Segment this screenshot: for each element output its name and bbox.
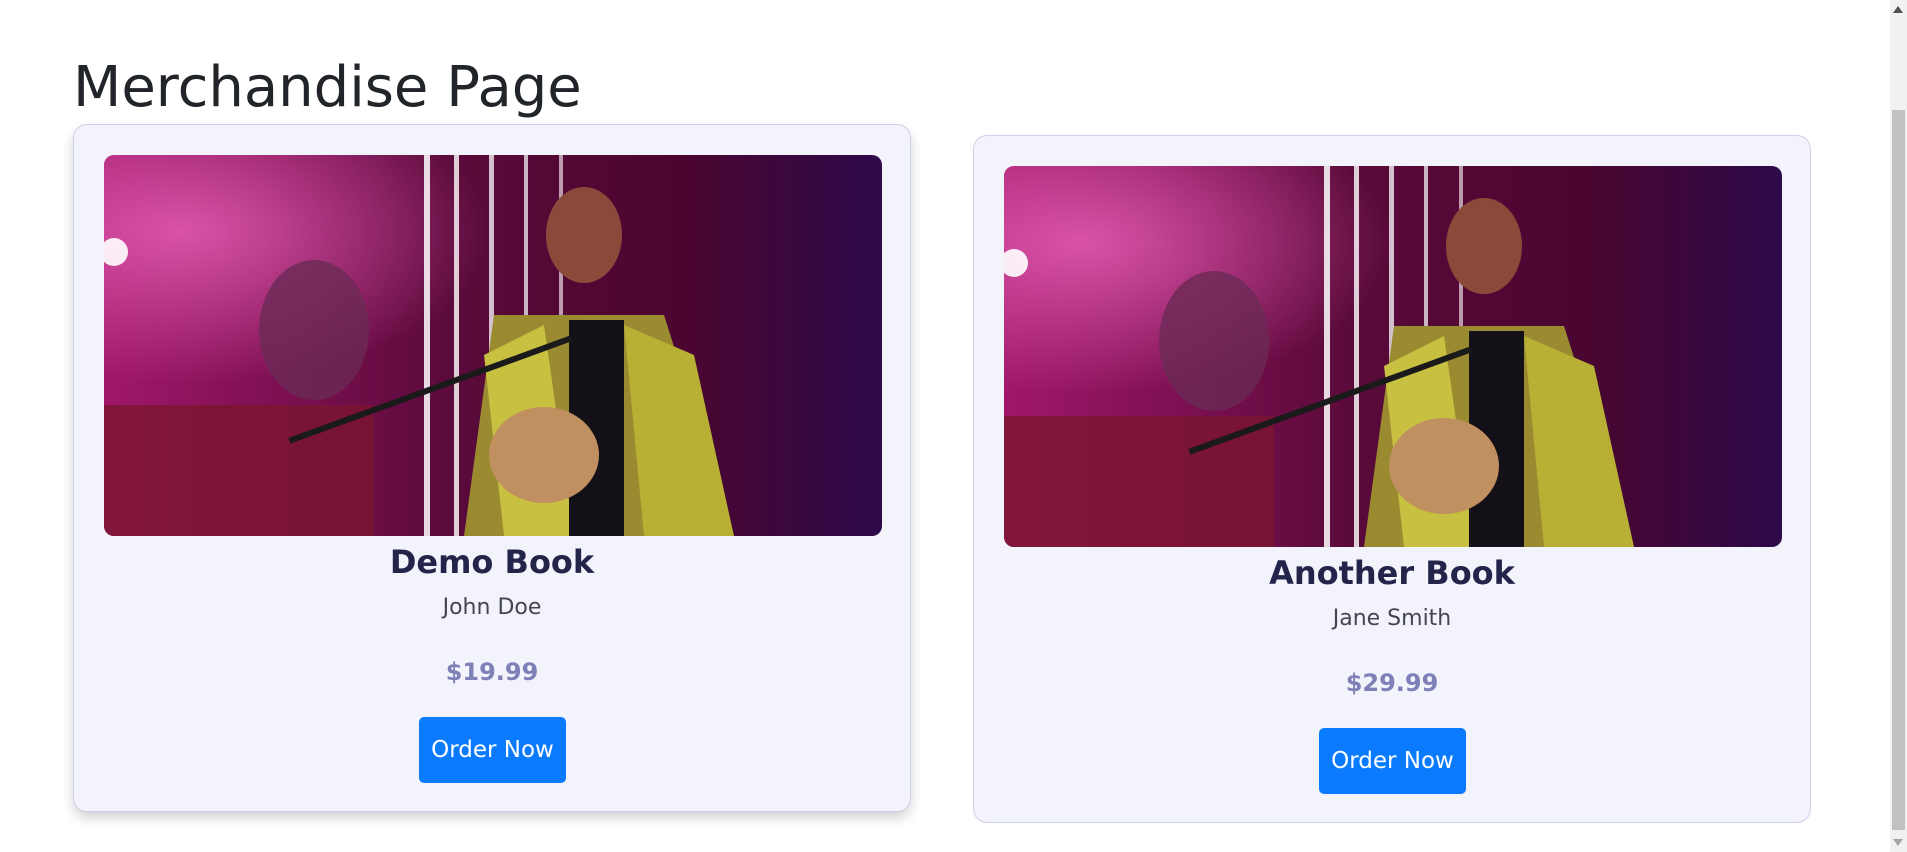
scroll-down-icon[interactable] <box>1893 839 1903 846</box>
scroll-thumb[interactable] <box>1892 110 1905 830</box>
product-title: Another Book <box>1269 554 1515 592</box>
product-price: $19.99 <box>445 658 539 686</box>
vertical-scrollbar[interactable] <box>1890 0 1907 852</box>
merchandise-page: Merchandise Page Demo Book John Doe $19.… <box>0 0 1907 852</box>
product-card: Demo Book John Doe $19.99 Order Now <box>73 124 911 812</box>
product-price: $29.99 <box>1345 669 1439 697</box>
order-now-button[interactable]: Order Now <box>419 717 566 783</box>
order-now-button[interactable]: Order Now <box>1319 728 1466 794</box>
product-author: Jane Smith <box>1332 606 1452 631</box>
product-author: John Doe <box>442 595 542 620</box>
product-image <box>104 155 882 536</box>
product-card: Another Book Jane Smith $29.99 Order Now <box>973 135 1811 823</box>
scroll-up-icon[interactable] <box>1893 6 1903 13</box>
page-title: Merchandise Page <box>73 55 582 120</box>
product-image <box>1004 166 1782 547</box>
product-title: Demo Book <box>389 543 595 581</box>
